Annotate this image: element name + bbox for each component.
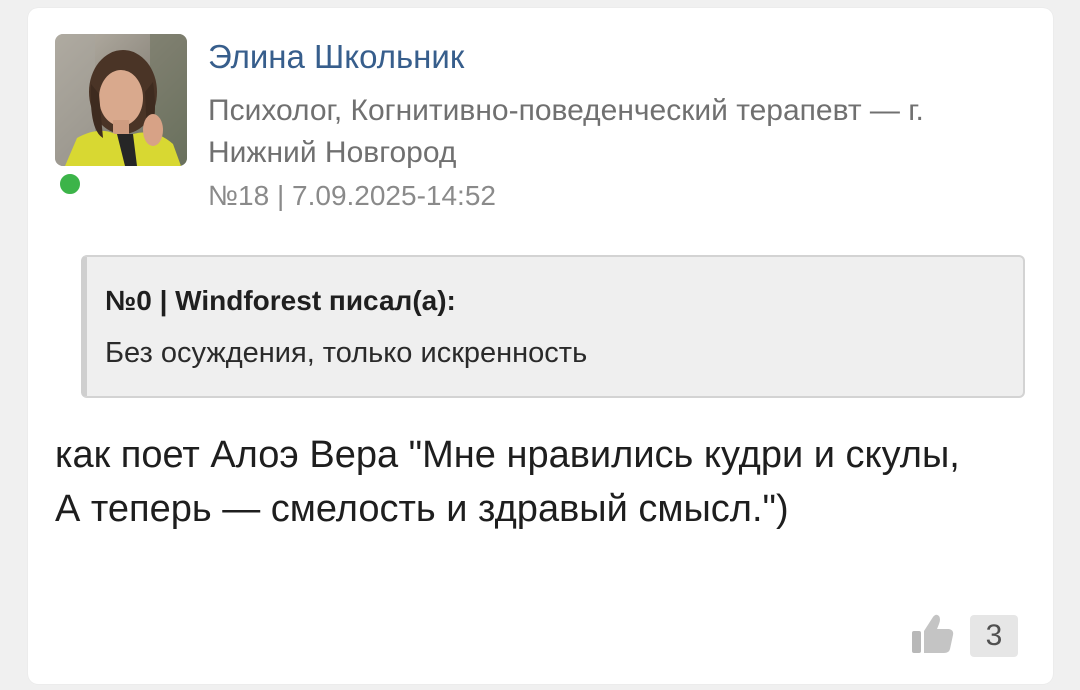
- quote-block: №0 | Windforest писал(а): Без осуждения,…: [81, 255, 1025, 398]
- post-body-line: как поет Алоэ Вера "Мне нравились кудри …: [55, 434, 960, 476]
- post-body-line: А теперь — смелость и здравый смысл."): [55, 488, 789, 530]
- thumbs-up-icon[interactable]: [911, 613, 955, 655]
- author-name-link[interactable]: Элина Школьник: [208, 38, 464, 76]
- quote-header[interactable]: №0 | Windforest писал(а):: [105, 285, 456, 317]
- post-body: как поет Алоэ Вера "Мне нравились кудри …: [55, 428, 1005, 536]
- avatar-photo: [55, 34, 187, 166]
- online-status-indicator: [58, 172, 82, 196]
- post-card: Элина Школьник Психолог, Когнитивно-пове…: [28, 8, 1053, 684]
- post-meta: №18 | 7.09.2025-14:52: [208, 180, 496, 211]
- like-count[interactable]: 3: [970, 615, 1018, 657]
- author-title: Психолог, Когнитивно-поведенческий терап…: [208, 94, 924, 169]
- quote-text: Без осуждения, только искренность: [105, 337, 588, 369]
- author-avatar[interactable]: [55, 34, 187, 196]
